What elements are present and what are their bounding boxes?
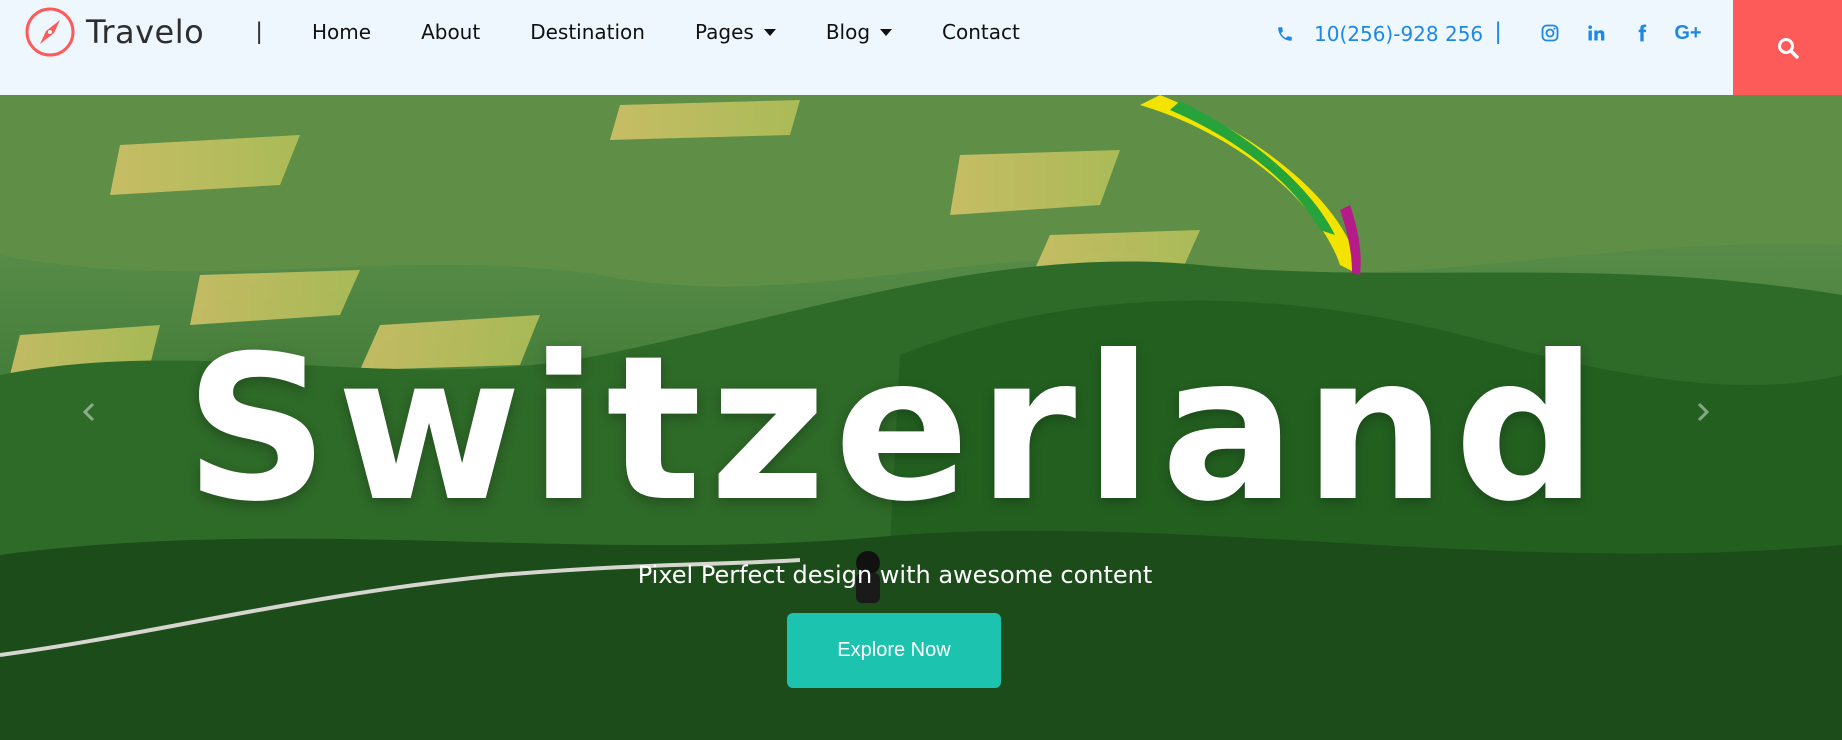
- linkedin-icon[interactable]: [1584, 20, 1608, 46]
- search-icon: [1777, 37, 1799, 59]
- hero-subtitle: Pixel Perfect design with awesome conten…: [637, 561, 1153, 589]
- facebook-icon[interactable]: [1630, 20, 1654, 46]
- search-button[interactable]: [1733, 0, 1842, 95]
- nav-destination[interactable]: Destination: [530, 20, 645, 44]
- instagram-icon[interactable]: [1538, 20, 1562, 46]
- hero-banner: Switzerland Pixel Perfect design with aw…: [0, 95, 1842, 740]
- hero-title: Switzerland: [184, 313, 1606, 546]
- compass-logo-icon: [25, 7, 75, 57]
- nav-blog[interactable]: Blog: [826, 20, 893, 44]
- phone-number: 10(256)-928 256: [1314, 22, 1484, 46]
- main-nav: Home About Destination Pages Blog Contac…: [312, 20, 1020, 44]
- nav-contact[interactable]: Contact: [942, 20, 1020, 44]
- google-plus-icon[interactable]: G+: [1674, 20, 1701, 46]
- chevron-down-icon: [880, 28, 893, 36]
- header-divider-right: |: [1495, 18, 1502, 45]
- explore-now-button[interactable]: Explore Now: [787, 613, 1001, 688]
- nav-pages[interactable]: Pages: [695, 20, 776, 44]
- brand-name: Travelo: [86, 13, 205, 51]
- chevron-down-icon: [763, 28, 776, 36]
- social-links: G+: [1538, 20, 1702, 46]
- header-divider: |: [256, 18, 263, 45]
- nav-about[interactable]: About: [421, 20, 480, 44]
- logo[interactable]: Travelo: [24, 6, 204, 58]
- nav-home[interactable]: Home: [312, 20, 371, 44]
- site-header: Travelo | Home About Destination Pages B…: [0, 0, 1842, 95]
- phone-icon: [1278, 27, 1292, 41]
- phone-contact[interactable]: 10(256)-928 256: [1276, 22, 1483, 46]
